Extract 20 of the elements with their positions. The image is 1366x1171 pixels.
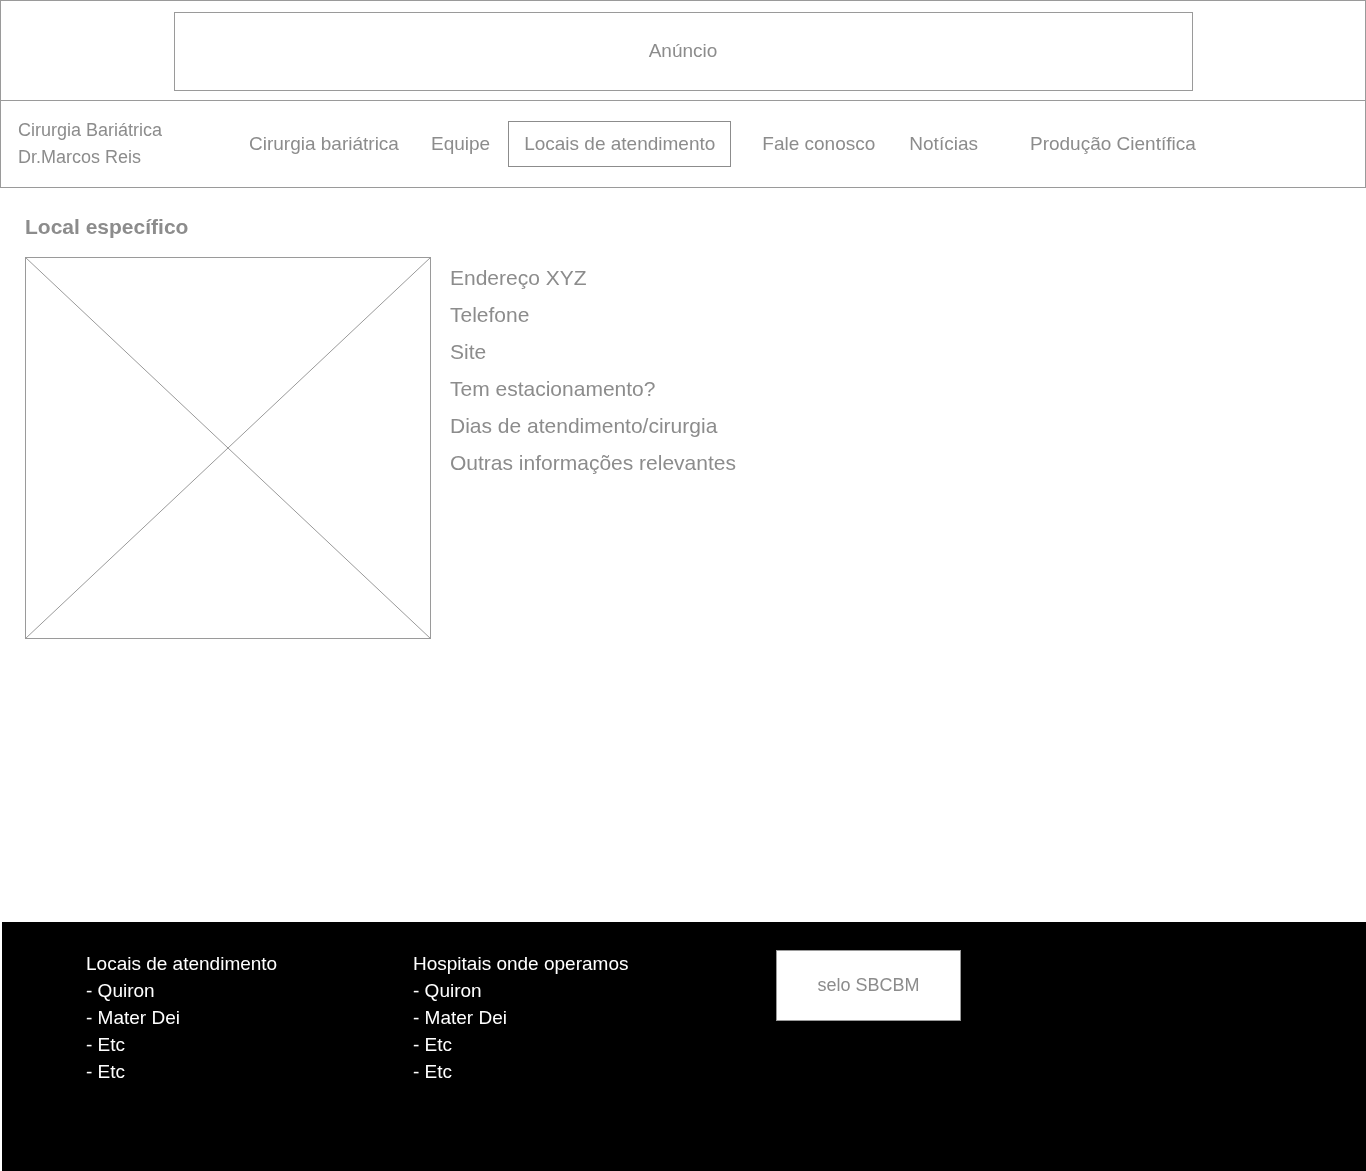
footer-heading: Locais de atendimento	[86, 952, 278, 976]
footer-link[interactable]: - Etc	[86, 1058, 126, 1085]
footer-link[interactable]: - Etc	[413, 1031, 453, 1058]
footer-link[interactable]: - Quiron	[413, 977, 482, 1004]
footer-link[interactable]: - Etc	[86, 1031, 126, 1058]
footer-link[interactable]: - Mater Dei	[413, 1004, 507, 1031]
footer-link[interactable]: - Mater Dei	[86, 1004, 180, 1031]
detail-text: Telefone	[450, 302, 530, 328]
brand-name[interactable]: Cirurgia Bariátrica	[18, 117, 163, 144]
detail-text: Dias de atendimento/cirurgia	[450, 413, 718, 439]
detail-text: Outras informações relevantes	[450, 450, 736, 476]
footer-link[interactable]: - Quiron	[86, 977, 155, 1004]
seal-badge: selo SBCBM	[776, 950, 961, 1021]
detail-text: Endereço XYZ	[450, 265, 587, 291]
footer-link[interactable]: - Etc	[413, 1058, 453, 1085]
detail-text: Tem estacionamento?	[450, 376, 656, 402]
ad-banner: Anúncio	[173, 12, 1193, 91]
detail-text: Site	[450, 339, 487, 365]
footer-heading: Hospitais onde operamos	[413, 952, 629, 976]
page-heading: Local específico	[25, 214, 190, 240]
